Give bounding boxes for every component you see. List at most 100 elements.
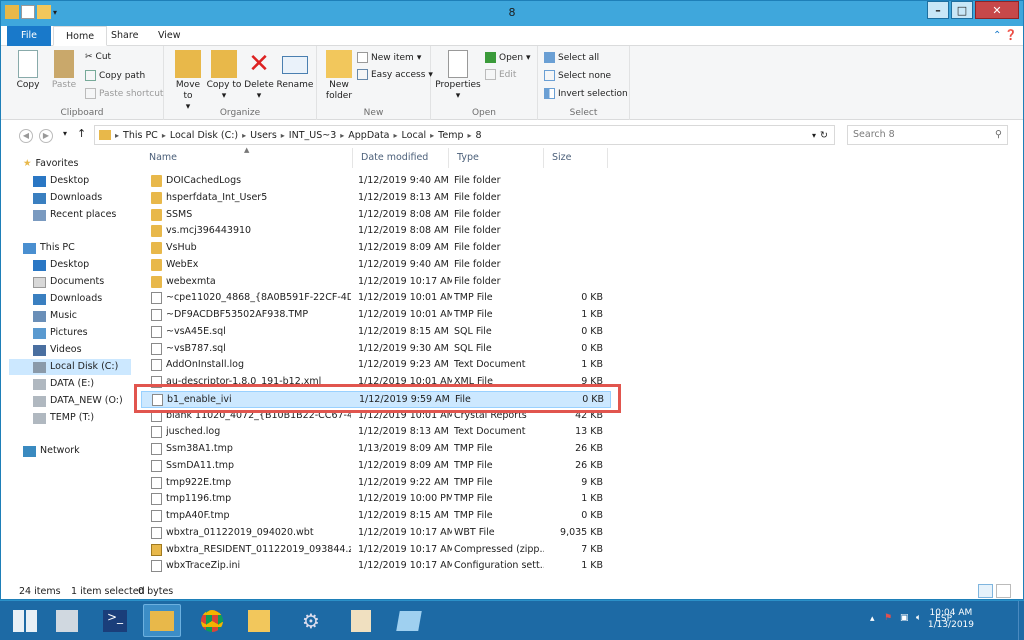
file-row[interactable]: wbxtra_01122019_094020.wbt 1/12/2019 10:1… bbox=[141, 525, 611, 542]
file-row[interactable]: SSMS 1/12/2019 8:08 AM File folder bbox=[141, 207, 611, 224]
powershell-button[interactable]: >_ bbox=[96, 604, 134, 637]
nav-pictures[interactable]: Pictures bbox=[33, 325, 88, 341]
nav-data-new[interactable]: DATA_NEW (O:) bbox=[33, 393, 123, 409]
breadcrumb[interactable]: Local Disk (C:) bbox=[166, 130, 242, 141]
file-name: jusched.log bbox=[166, 426, 221, 438]
server-manager-button[interactable] bbox=[48, 604, 86, 637]
file-row[interactable]: wbxTraceZip.ini 1/12/2019 10:17 AM Configu… bbox=[141, 558, 611, 575]
file-row[interactable]: tmp1196.tmp 1/12/2019 10:00 PM TMP File 1 K… bbox=[141, 491, 611, 508]
nav-pc-downloads[interactable]: Downloads bbox=[33, 291, 102, 307]
search-input[interactable]: Search 8 ⚲ bbox=[847, 125, 1008, 145]
network-tray-icon[interactable]: ▣ bbox=[900, 613, 909, 623]
up-arrow-icon[interactable]: ↑ bbox=[77, 127, 86, 140]
minimize-button[interactable]: – bbox=[927, 1, 949, 19]
nav-local-disk[interactable]: Local Disk (C:) bbox=[9, 359, 131, 375]
column-size[interactable]: Size bbox=[544, 148, 608, 168]
file-icon bbox=[151, 493, 162, 506]
breadcrumb[interactable]: This PC bbox=[119, 130, 162, 141]
file-row[interactable]: DOICachedLogs 1/12/2019 9:40 AM File folde… bbox=[141, 173, 611, 190]
tab-view[interactable]: View bbox=[146, 26, 193, 46]
notepad-button[interactable] bbox=[390, 604, 428, 637]
app-button[interactable] bbox=[240, 604, 278, 637]
invert-selection-button[interactable]: Invert selection bbox=[544, 88, 628, 99]
refresh-icon[interactable]: ↻ bbox=[820, 130, 828, 141]
tab-share[interactable]: Share bbox=[99, 26, 150, 46]
breadcrumb[interactable]: Users bbox=[246, 130, 281, 141]
file-row[interactable]: jusched.log 1/12/2019 8:13 AM Text Documen… bbox=[141, 424, 611, 441]
new-folder-button[interactable]: New folder bbox=[321, 50, 357, 102]
report-button[interactable] bbox=[342, 604, 380, 637]
column-date[interactable]: Date modified bbox=[353, 148, 449, 168]
show-desktop-button[interactable] bbox=[1018, 601, 1024, 640]
volume-icon[interactable]: 🔈︎ bbox=[916, 613, 921, 623]
file-explorer-button[interactable] bbox=[143, 604, 181, 637]
breadcrumb[interactable]: 8 bbox=[472, 130, 486, 141]
tab-file[interactable]: File bbox=[7, 26, 51, 46]
nav-network[interactable]: Network bbox=[23, 443, 80, 459]
file-row[interactable]: VsHub 1/12/2019 8:09 AM File folder bbox=[141, 240, 611, 257]
help-icon[interactable]: ⌃ ❓ bbox=[993, 30, 1017, 41]
nav-videos[interactable]: Videos bbox=[33, 342, 82, 358]
recent-locations-chevron-icon[interactable]: ▾ bbox=[63, 129, 67, 138]
breadcrumb[interactable]: AppData bbox=[344, 130, 393, 141]
breadcrumb[interactable]: INT_US~3 bbox=[285, 130, 340, 141]
nav-desktop[interactable]: Desktop bbox=[33, 173, 89, 189]
nav-this-pc[interactable]: This PC bbox=[23, 240, 75, 256]
nav-documents[interactable]: Documents bbox=[33, 274, 104, 290]
nav-music[interactable]: Music bbox=[33, 308, 77, 324]
nav-pc-desktop[interactable]: Desktop bbox=[33, 257, 89, 273]
file-row[interactable]: ~DF9ACDBF53502AF938.TMP 1/12/2019 10:01 A… bbox=[141, 307, 611, 324]
breadcrumb[interactable]: Temp bbox=[434, 130, 467, 141]
details-view-button[interactable] bbox=[978, 584, 993, 598]
open-button[interactable]: Open ▾ bbox=[485, 52, 531, 63]
forward-button[interactable]: ▶ bbox=[39, 129, 53, 143]
close-button[interactable]: ✕ bbox=[975, 1, 1019, 19]
properties-button[interactable]: Properties ▾ bbox=[435, 50, 481, 102]
file-row[interactable]: WebEx 1/12/2019 9:40 AM File folder bbox=[141, 257, 611, 274]
back-button[interactable]: ◀ bbox=[19, 129, 33, 143]
breadcrumb[interactable]: Local bbox=[398, 130, 431, 141]
nav-downloads[interactable]: Downloads bbox=[33, 190, 102, 206]
rename-button[interactable]: Rename bbox=[276, 50, 314, 91]
file-row[interactable]: ~vsA45E.sql 1/12/2019 8:15 AM SQL File 0 KB bbox=[141, 324, 611, 341]
file-row[interactable]: ~vsB787.sql 1/12/2019 9:30 AM SQL File 0 KB bbox=[141, 341, 611, 358]
nav-temp-t[interactable]: TEMP (T:) bbox=[33, 410, 94, 426]
chrome-button[interactable] bbox=[193, 604, 231, 637]
start-button[interactable] bbox=[6, 604, 44, 637]
file-row[interactable]: ~cpe11020_4868_{8A0B591F-22CF-4DB6-... 1/… bbox=[141, 290, 611, 307]
select-none-button[interactable]: Select none bbox=[544, 70, 611, 81]
paste-shortcut-button[interactable]: Paste shortcut bbox=[85, 88, 163, 99]
file-row[interactable]: wbxtra_RESIDENT_01122019_093844.zip 1/12/… bbox=[141, 542, 611, 559]
file-row[interactable]: vs.mcj396443910 1/12/2019 8:08 AM File fol… bbox=[141, 223, 611, 240]
cut-button[interactable]: ✂ Cut bbox=[85, 52, 111, 62]
file-row[interactable]: SsmDA11.tmp 1/12/2019 8:09 AM TMP File 26 K… bbox=[141, 458, 611, 475]
select-all-button[interactable]: Select all bbox=[544, 52, 599, 63]
nav-favorites[interactable]: ★ Favorites bbox=[23, 156, 78, 172]
copy-to-button[interactable]: Copy to ▾ bbox=[206, 50, 242, 102]
edit-button[interactable]: Edit bbox=[485, 69, 516, 80]
file-row[interactable]: tmpA40F.tmp 1/12/2019 8:15 AM TMP File 0 KB bbox=[141, 508, 611, 525]
file-row[interactable]: webexmta 1/12/2019 10:17 AM File folder bbox=[141, 274, 611, 291]
file-row[interactable]: tmp922E.tmp 1/12/2019 9:22 AM TMP File 9 KB bbox=[141, 475, 611, 492]
column-type[interactable]: Type bbox=[449, 148, 544, 168]
large-icons-view-button[interactable] bbox=[996, 584, 1011, 598]
new-item-button[interactable]: New item ▾ bbox=[357, 52, 421, 63]
show-hidden-icons-icon[interactable]: ▴ bbox=[870, 614, 875, 624]
nav-recent-places[interactable]: Recent places bbox=[33, 207, 116, 223]
file-row[interactable]: hsperfdata_Int_User5 1/12/2019 8:13 AM Fil… bbox=[141, 190, 611, 207]
chevron-down-icon[interactable]: ▾ bbox=[812, 131, 816, 140]
delete-button[interactable]: ✕ Delete ▾ bbox=[242, 50, 276, 102]
nav-data-e[interactable]: DATA (E:) bbox=[33, 376, 94, 392]
file-row[interactable]: AddOnInstall.log 1/12/2019 9:23 AM Text Do… bbox=[141, 357, 611, 374]
file-row[interactable]: Ssm38A1.tmp 1/13/2019 8:09 AM TMP File 26 K… bbox=[141, 441, 611, 458]
copy-path-button[interactable]: Copy path bbox=[85, 70, 145, 81]
maximize-button[interactable]: □ bbox=[951, 1, 973, 19]
settings-button[interactable]: ⚙ bbox=[292, 604, 330, 637]
flag-icon[interactable]: ⚑ bbox=[884, 613, 892, 623]
copy-button[interactable]: Copy bbox=[11, 50, 45, 91]
easy-access-button[interactable]: Easy access ▾ bbox=[357, 69, 433, 80]
clock[interactable]: 10:04 AM 1/13/2019 bbox=[928, 607, 974, 631]
address-bar[interactable]: ▸ This PC ▸ Local Disk (C:) ▸ Users ▸ INT_U… bbox=[94, 125, 835, 145]
move-to-button[interactable]: Move to ▾ bbox=[170, 50, 206, 113]
paste-button[interactable]: Paste bbox=[47, 50, 81, 91]
